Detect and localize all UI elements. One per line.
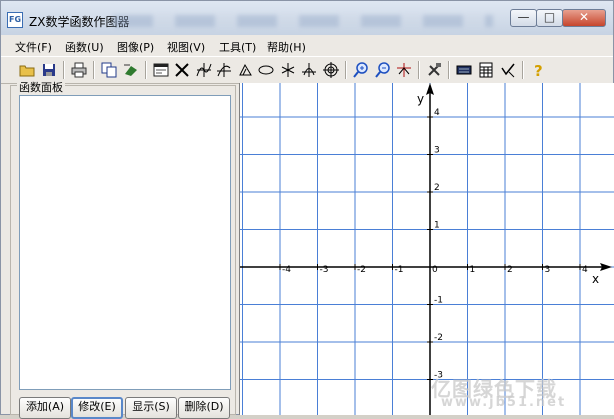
function-window-icon[interactable]: [151, 60, 171, 80]
axis-move-icon[interactable]: [394, 60, 414, 80]
save-disk-icon[interactable]: [39, 60, 59, 80]
menu-bar: 文件(F) 函数(U) 图像(P) 视图(V) 工具(T) 帮助(H): [1, 35, 613, 55]
coordinate-plane: xy-4 -3 -2 -1 0 1 2 3 44321-1-2-3: [240, 83, 614, 415]
x-tick-label: -2: [357, 265, 366, 275]
x-tick-label: 4: [582, 265, 588, 275]
blurred-taskbar-tabs: [113, 15, 493, 27]
open-folder-icon[interactable]: [17, 60, 37, 80]
toolbar: ?: [1, 56, 613, 84]
y-tick-label: -2: [434, 333, 443, 343]
x-tick-label: 1: [470, 265, 476, 275]
app-icon: FG: [7, 12, 23, 28]
menu-image[interactable]: 图像(P): [117, 39, 154, 55]
x-tick-label: -3: [320, 265, 329, 275]
x-tick-label: 0: [432, 265, 438, 275]
watermark-url: www.jb51.net: [441, 395, 567, 410]
minimize-button[interactable]: —: [510, 9, 537, 27]
calculator-icon[interactable]: [476, 60, 496, 80]
graph-canvas[interactable]: x y -4 -3 -2 -1 0 1 2 3 4 4 3 2 1 -1 -2 -3: [239, 83, 614, 415]
tools-icon[interactable]: [424, 60, 444, 80]
zoom-in-icon[interactable]: [351, 60, 371, 80]
y-tick-label: 2: [434, 183, 440, 193]
target-icon[interactable]: [321, 60, 341, 80]
ellipse-icon[interactable]: [256, 60, 276, 80]
help-icon[interactable]: ?: [528, 60, 548, 80]
close-button[interactable]: ✕: [562, 9, 606, 27]
svg-text:?: ?: [534, 62, 543, 78]
curve-icon[interactable]: [194, 60, 214, 80]
menu-view[interactable]: 视图(V): [167, 39, 205, 55]
x-tick-label: 2: [507, 265, 513, 275]
intersection-icon[interactable]: [299, 60, 319, 80]
copy-icon[interactable]: [99, 60, 119, 80]
function-list[interactable]: [19, 95, 231, 390]
cross-lines-icon[interactable]: [172, 60, 192, 80]
menu-tools[interactable]: 工具(T): [219, 39, 256, 55]
maximize-button[interactable]: □: [536, 9, 563, 27]
delete-button[interactable]: 删除(D): [178, 397, 230, 419]
keyboard-icon[interactable]: [454, 60, 474, 80]
add-button[interactable]: 添加(A): [19, 397, 71, 419]
menu-help[interactable]: 帮助(H): [267, 39, 306, 55]
app-window: FG ZX数学函数作图器 — □ ✕ 文件(F) 函数(U) 图像(P) 视图(…: [0, 0, 614, 419]
menu-file[interactable]: 文件(F): [15, 39, 52, 55]
zoom-out-icon[interactable]: [373, 60, 393, 80]
edit-button[interactable]: 修改(E): [71, 397, 123, 419]
x-tick-label: 3: [545, 265, 551, 275]
y-tick-label: 4: [434, 108, 440, 118]
export-arrow-icon[interactable]: [121, 60, 141, 80]
y-axis-label: y: [417, 92, 424, 106]
show-button[interactable]: 显示(S): [125, 397, 177, 419]
x-tick-label: -4: [282, 265, 291, 275]
checkmark-wand-icon[interactable]: [498, 60, 518, 80]
print-icon[interactable]: [69, 60, 89, 80]
title-bar: FG ZX数学函数作图器 — □ ✕: [1, 1, 613, 35]
function-panel-title: 函数面板: [17, 79, 65, 95]
x-tick-label: -1: [395, 265, 404, 275]
parametric-curve-icon[interactable]: [214, 60, 234, 80]
x-axis-label: x: [592, 272, 599, 286]
y-tick-label: 3: [434, 146, 440, 156]
y-tick-label: 1: [434, 221, 440, 231]
triangle-icon[interactable]: [235, 60, 255, 80]
y-tick-label: -1: [434, 296, 443, 306]
asterisk-icon[interactable]: [278, 60, 298, 80]
menu-function[interactable]: 函数(U): [65, 39, 104, 55]
